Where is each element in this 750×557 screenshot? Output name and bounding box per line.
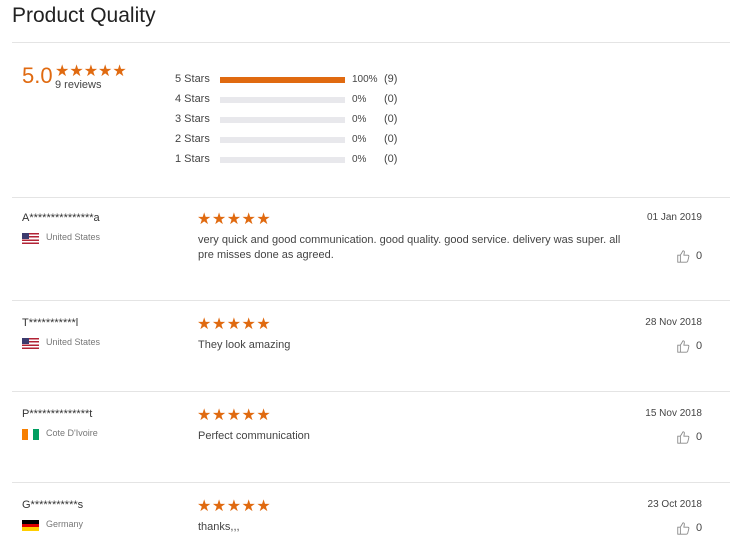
distribution-bar bbox=[220, 117, 345, 123]
review-text: They look amazing bbox=[198, 339, 291, 351]
distribution-bar bbox=[220, 157, 345, 163]
summary-divider bbox=[12, 197, 730, 198]
distribution-label: 3 Stars bbox=[175, 113, 210, 125]
distribution-label: 5 Stars bbox=[175, 73, 210, 85]
review-stars: ★★★★★ bbox=[197, 211, 272, 228]
review-text: thanks,,, bbox=[198, 521, 240, 533]
distribution-percent: 0% bbox=[352, 134, 367, 145]
distribution-count: (0) bbox=[384, 93, 398, 105]
distribution-label: 1 Stars bbox=[175, 153, 210, 165]
title-divider bbox=[12, 42, 730, 43]
distribution-label: 2 Stars bbox=[175, 133, 210, 145]
reviewer-country: United States bbox=[46, 337, 101, 347]
distribution-bar-fill bbox=[220, 77, 345, 83]
cote-divoire-flag-icon bbox=[22, 429, 40, 440]
reviewer-name: T***********l bbox=[22, 317, 79, 329]
review-count: 9 reviews bbox=[55, 79, 102, 91]
review-divider bbox=[12, 300, 730, 301]
thumbs-up-icon[interactable] bbox=[676, 521, 690, 535]
like-count: 0 bbox=[696, 431, 703, 443]
review-date: 23 Oct 2018 bbox=[647, 499, 702, 510]
review-divider bbox=[12, 482, 730, 483]
distribution-percent: 0% bbox=[352, 154, 367, 165]
review-stars: ★★★★★ bbox=[197, 498, 272, 515]
distribution-bar bbox=[220, 97, 345, 103]
thumbs-up-icon[interactable] bbox=[676, 430, 690, 444]
distribution-count: (9) bbox=[384, 73, 398, 85]
review-text: very quick and good communication. good … bbox=[198, 234, 621, 261]
reviewer-country: Cote D'Ivoire bbox=[46, 428, 98, 438]
review-stars: ★★★★★ bbox=[197, 316, 272, 333]
us-flag-icon bbox=[22, 338, 39, 349]
review-text: Perfect communication bbox=[198, 430, 310, 442]
distribution-percent: 0% bbox=[352, 94, 367, 105]
thumbs-up-icon[interactable] bbox=[676, 339, 690, 353]
distribution-label: 4 Stars bbox=[175, 93, 210, 105]
review-date: 28 Nov 2018 bbox=[645, 317, 702, 328]
review-date: 01 Jan 2019 bbox=[646, 212, 702, 223]
review-stars: ★★★★★ bbox=[197, 407, 272, 424]
reviewer-name: A***************a bbox=[22, 212, 100, 224]
distribution-count: (0) bbox=[384, 133, 398, 145]
distribution-percent: 0% bbox=[352, 114, 367, 125]
distribution-count: (0) bbox=[384, 113, 398, 125]
reviewer-country: United States bbox=[46, 232, 101, 242]
germany-flag-icon bbox=[22, 520, 39, 532]
reviewer-country: Germany bbox=[46, 519, 84, 529]
distribution-percent: 100% bbox=[352, 74, 378, 85]
like-count: 0 bbox=[696, 340, 703, 352]
reviewer-name: P**************t bbox=[22, 408, 93, 420]
average-stars: ★★★★★ bbox=[55, 63, 127, 80]
distribution-count: (0) bbox=[384, 153, 398, 165]
page-title: Product Quality bbox=[12, 4, 156, 27]
thumbs-up-icon[interactable] bbox=[676, 249, 690, 263]
average-rating: 5.0 bbox=[22, 63, 53, 88]
like-count: 0 bbox=[696, 522, 703, 534]
review-divider bbox=[12, 391, 730, 392]
us-flag-icon bbox=[22, 233, 39, 244]
distribution-bar bbox=[220, 77, 345, 83]
reviewer-name: G***********s bbox=[22, 499, 84, 511]
like-count: 0 bbox=[696, 250, 703, 262]
review-date: 15 Nov 2018 bbox=[645, 408, 702, 419]
distribution-bar bbox=[220, 137, 345, 143]
